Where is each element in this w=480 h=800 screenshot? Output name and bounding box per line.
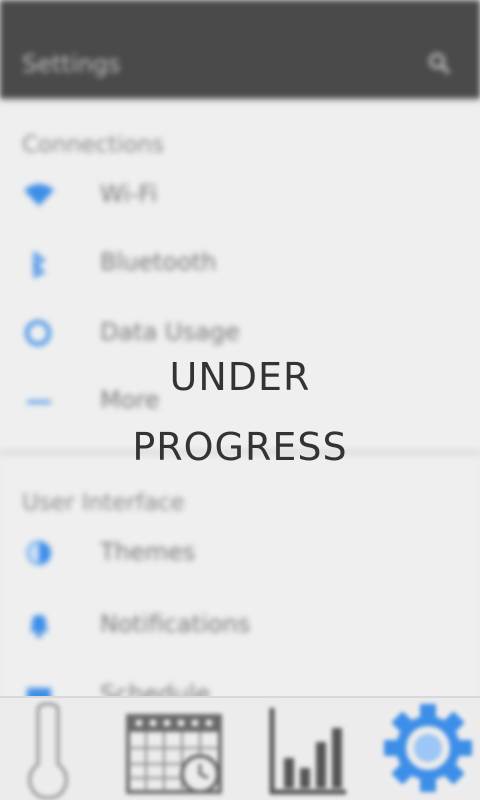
section-header-connections: Connections <box>22 132 165 158</box>
settings-item-wifi[interactable]: Wi-Fi <box>0 166 480 222</box>
tab-calendar[interactable] <box>118 702 228 800</box>
overlay-line-2: PROGRESS <box>132 425 348 469</box>
app-bar: Settings <box>0 0 480 98</box>
tab-thermometer[interactable] <box>0 701 104 800</box>
settings-item-themes[interactable]: Themes <box>0 524 480 580</box>
bluetooth-icon <box>22 248 56 279</box>
settings-item-label: Themes <box>100 538 196 566</box>
settings-item-label: Bluetooth <box>100 248 217 276</box>
settings-item-label: Notifications <box>100 610 251 638</box>
under-progress-overlay: UNDER PROGRESS <box>0 342 480 482</box>
bar-chart-icon <box>269 708 346 795</box>
tab-settings[interactable] <box>374 702 480 800</box>
bottom-tab-bar <box>0 696 480 800</box>
search-icon[interactable] <box>428 52 450 74</box>
bell-icon <box>22 610 56 640</box>
settings-item-label: Wi-Fi <box>100 180 158 208</box>
tab-statistics[interactable] <box>254 702 364 800</box>
settings-item-notifications[interactable]: Notifications <box>0 596 480 652</box>
section-header-user-interface: User Interface <box>22 490 185 516</box>
thermometer-icon <box>27 701 69 800</box>
wifi-icon <box>22 180 56 210</box>
themes-icon <box>22 538 56 568</box>
overlay-line-1: UNDER <box>169 355 311 399</box>
settings-screen: Settings Connections Wi-Fi Bluetooth Dat… <box>0 0 480 800</box>
calendar-clock-icon <box>126 714 222 794</box>
gear-icon <box>384 704 472 792</box>
app-bar-title: Settings <box>22 50 121 78</box>
settings-item-bluetooth[interactable]: Bluetooth <box>0 234 480 290</box>
